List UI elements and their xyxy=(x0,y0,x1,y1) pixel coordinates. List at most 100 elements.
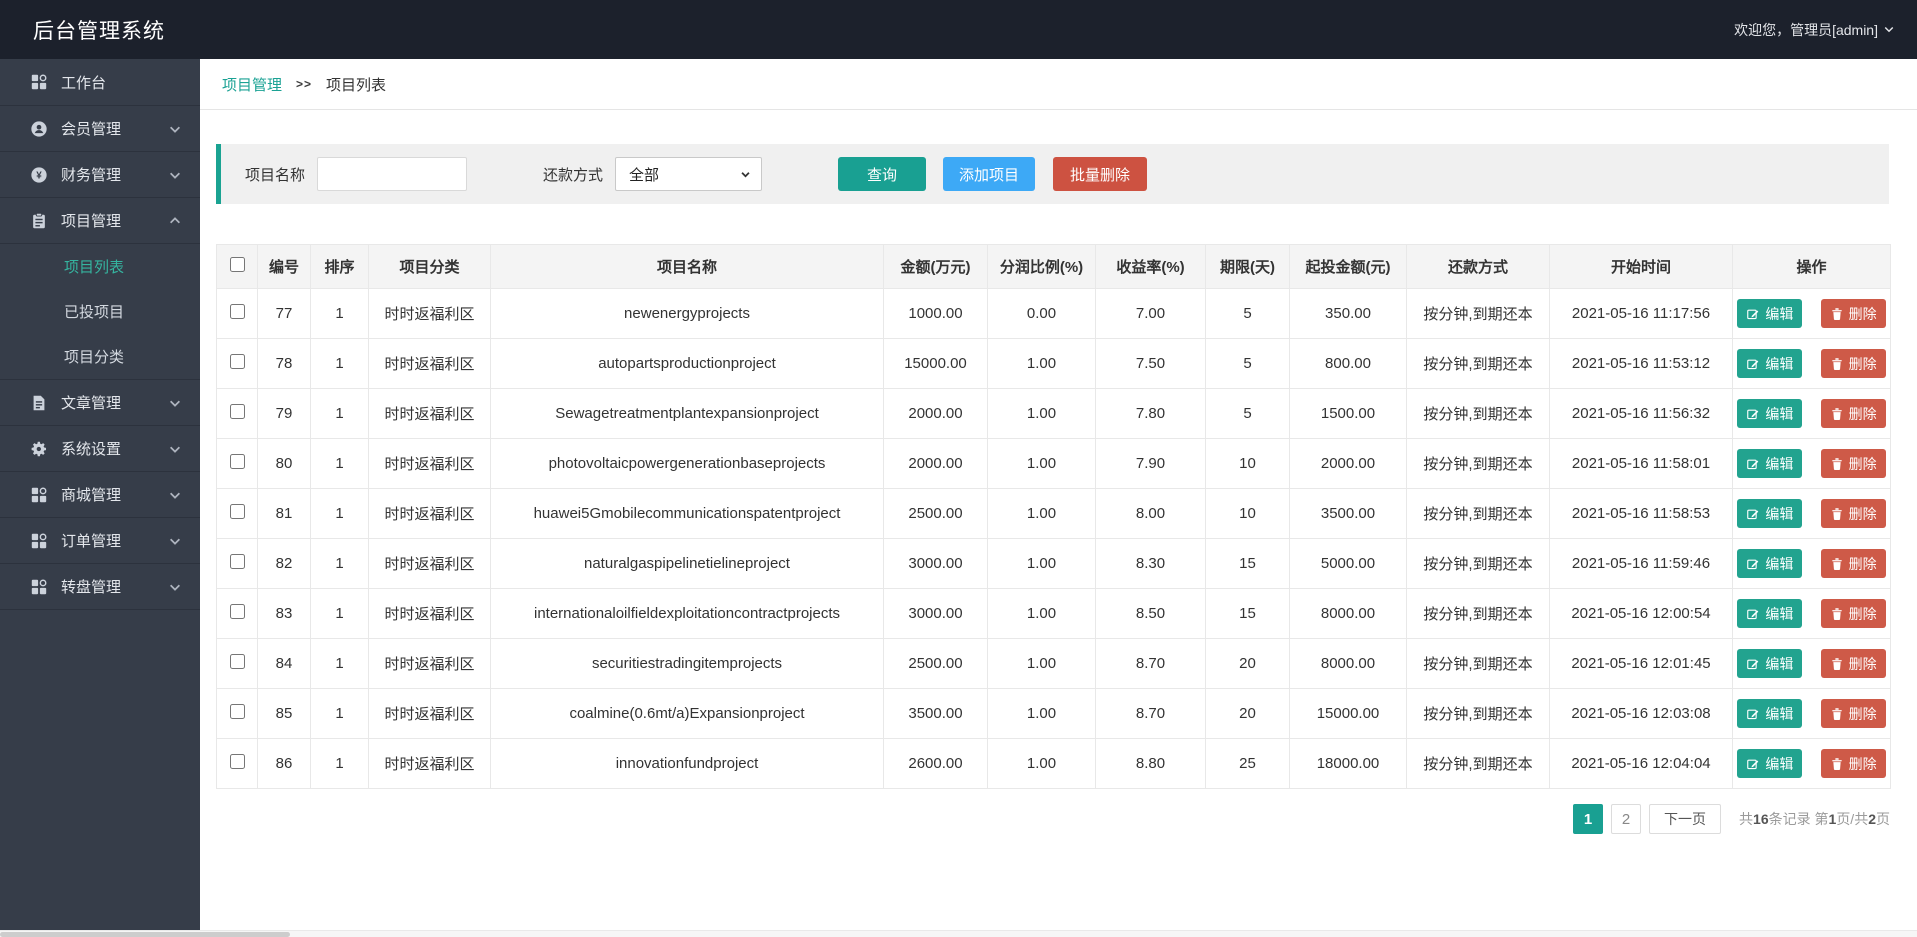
sidebar-item-settings[interactable]: 系统设置 xyxy=(0,425,200,471)
cell-min: 8000.00 xyxy=(1289,638,1407,689)
cell-name: huawei5Gmobilecommunicationspatentprojec… xyxy=(490,488,884,539)
edit-button[interactable]: 编辑 xyxy=(1737,449,1803,478)
cell-share: 0.00 xyxy=(987,288,1096,339)
sidebar-item-invested-projects[interactable]: 已投项目 xyxy=(0,289,200,334)
cell-rate: 8.50 xyxy=(1095,588,1206,639)
cell-rate: 7.50 xyxy=(1095,338,1206,389)
row-checkbox[interactable] xyxy=(229,404,245,419)
sidebar-item-members[interactable]: 会员管理 xyxy=(0,105,200,151)
delete-button[interactable]: 删除 xyxy=(1820,499,1886,528)
cell-min: 8000.00 xyxy=(1289,588,1407,639)
cell-actions: 编辑 删除 xyxy=(1732,438,1891,489)
cell-share: 1.00 xyxy=(987,538,1096,589)
cell-rate: 7.80 xyxy=(1095,388,1206,439)
table-row: 81 1 时时返福利区 huawei5Gmobilecommunications… xyxy=(216,488,1891,539)
row-checkbox[interactable] xyxy=(229,604,245,619)
delete-button[interactable]: 删除 xyxy=(1820,299,1886,328)
sidebar-item-orders[interactable]: 订单管理 xyxy=(0,517,200,563)
sidebar-subitem-label: 项目分类 xyxy=(64,349,125,366)
header-min: 起投金额(元) xyxy=(1289,244,1407,289)
select-all-checkbox[interactable] xyxy=(229,257,245,272)
cell-rate: 8.70 xyxy=(1095,688,1206,739)
delete-button[interactable]: 删除 xyxy=(1820,399,1886,428)
sidebar-item-project-categories[interactable]: 项目分类 xyxy=(0,334,200,379)
cell-amount: 3000.00 xyxy=(883,538,988,589)
sidebar-item-wheel[interactable]: 转盘管理 xyxy=(0,563,200,609)
cell-category: 时时返福利区 xyxy=(368,488,491,539)
delete-button[interactable]: 删除 xyxy=(1820,699,1886,728)
page-button-1[interactable]: 1 xyxy=(1573,804,1604,834)
dashboard-icon xyxy=(30,73,48,91)
edit-button[interactable]: 编辑 xyxy=(1737,399,1803,428)
row-checkbox[interactable] xyxy=(229,654,245,669)
table-row: 86 1 时时返福利区 innovationfundproject 2600.0… xyxy=(216,738,1891,789)
cell-share: 1.00 xyxy=(987,488,1096,539)
edit-button[interactable]: 编辑 xyxy=(1737,499,1803,528)
sidebar-item-projects[interactable]: 项目管理 xyxy=(0,197,200,243)
cell-days: 10 xyxy=(1205,438,1290,489)
delete-button[interactable]: 删除 xyxy=(1820,449,1886,478)
project-name-input[interactable] xyxy=(317,157,468,191)
cell-category: 时时返福利区 xyxy=(368,538,491,589)
next-page-button[interactable]: 下一页 xyxy=(1649,804,1722,834)
welcome-text: 欢迎您，管理员[admin] xyxy=(1734,21,1878,38)
delete-button[interactable]: 删除 xyxy=(1820,599,1886,628)
delete-button[interactable]: 删除 xyxy=(1820,549,1886,578)
edit-button[interactable]: 编辑 xyxy=(1737,549,1803,578)
project-table: 编号 排序 项目分类 项目名称 金额(万元) 分润比例(%) 收益率(%) 期限… xyxy=(216,244,1891,789)
trash-icon xyxy=(1831,757,1842,770)
cell-repay: 按分钟,到期还本 xyxy=(1406,688,1550,739)
repay-method-select[interactable]: 全部 xyxy=(615,157,763,191)
row-checkbox[interactable] xyxy=(229,504,245,519)
sidebar-item-workbench[interactable]: 工作台 xyxy=(0,59,200,105)
cell-sort: 1 xyxy=(310,738,369,789)
sidebar-item-articles[interactable]: 文章管理 xyxy=(0,379,200,425)
row-checkbox[interactable] xyxy=(229,754,245,769)
search-button[interactable]: 查询 xyxy=(838,157,927,191)
horizontal-scrollbar[interactable] xyxy=(0,930,1917,937)
sidebar-item-mall[interactable]: 商城管理 xyxy=(0,471,200,517)
cell-repay: 按分钟,到期还本 xyxy=(1406,638,1550,689)
edit-button[interactable]: 编辑 xyxy=(1737,649,1803,678)
row-checkbox[interactable] xyxy=(229,454,245,469)
cell-actions: 编辑 删除 xyxy=(1732,738,1891,789)
cell-share: 1.00 xyxy=(987,738,1096,789)
scrollbar-thumb[interactable] xyxy=(0,932,290,937)
user-menu[interactable]: 欢迎您，管理员[admin] xyxy=(1734,20,1917,40)
member-icon xyxy=(30,120,48,138)
cell-category: 时时返福利区 xyxy=(368,438,491,489)
edit-button[interactable]: 编辑 xyxy=(1737,299,1803,328)
cell-repay: 按分钟,到期还本 xyxy=(1406,438,1550,489)
edit-button[interactable]: 编辑 xyxy=(1737,599,1803,628)
cell-rate: 8.30 xyxy=(1095,538,1206,589)
cell-days: 25 xyxy=(1205,738,1290,789)
row-checkbox[interactable] xyxy=(229,554,245,569)
cell-min: 350.00 xyxy=(1289,288,1407,339)
cell-share: 1.00 xyxy=(987,388,1096,439)
add-project-button[interactable]: 添加项目 xyxy=(943,157,1036,191)
row-checkbox[interactable] xyxy=(229,304,245,319)
cell-name: naturalgaspipelinetielineproject xyxy=(490,538,884,589)
edit-button[interactable]: 编辑 xyxy=(1737,349,1803,378)
edit-button[interactable]: 编辑 xyxy=(1737,699,1803,728)
breadcrumb-parent-link[interactable]: 项目管理 xyxy=(222,74,282,95)
row-checkbox[interactable] xyxy=(229,354,245,369)
delete-button[interactable]: 删除 xyxy=(1820,749,1886,778)
table-row: 82 1 时时返福利区 naturalgaspipelinetielinepro… xyxy=(216,538,1891,589)
cell-share: 1.00 xyxy=(987,588,1096,639)
bulk-delete-button[interactable]: 批量删除 xyxy=(1053,157,1148,191)
row-checkbox[interactable] xyxy=(229,704,245,719)
sidebar-submenu-projects: 项目列表 已投项目 项目分类 xyxy=(0,243,200,379)
page-button-2[interactable]: 2 xyxy=(1611,804,1642,834)
header-category: 项目分类 xyxy=(368,244,491,289)
cell-name: innovationfundproject xyxy=(490,738,884,789)
cell-name: newenergyprojects xyxy=(490,288,884,339)
delete-button[interactable]: 删除 xyxy=(1820,649,1886,678)
edit-button[interactable]: 编辑 xyxy=(1737,749,1803,778)
delete-button[interactable]: 删除 xyxy=(1820,349,1886,378)
cell-start: 2021-05-16 12:01:45 xyxy=(1549,638,1733,689)
sidebar-item-project-list[interactable]: 项目列表 xyxy=(0,244,200,289)
sidebar-item-finance[interactable]: ¥ 财务管理 xyxy=(0,151,200,197)
cell-days: 20 xyxy=(1205,638,1290,689)
cell-min: 1500.00 xyxy=(1289,388,1407,439)
